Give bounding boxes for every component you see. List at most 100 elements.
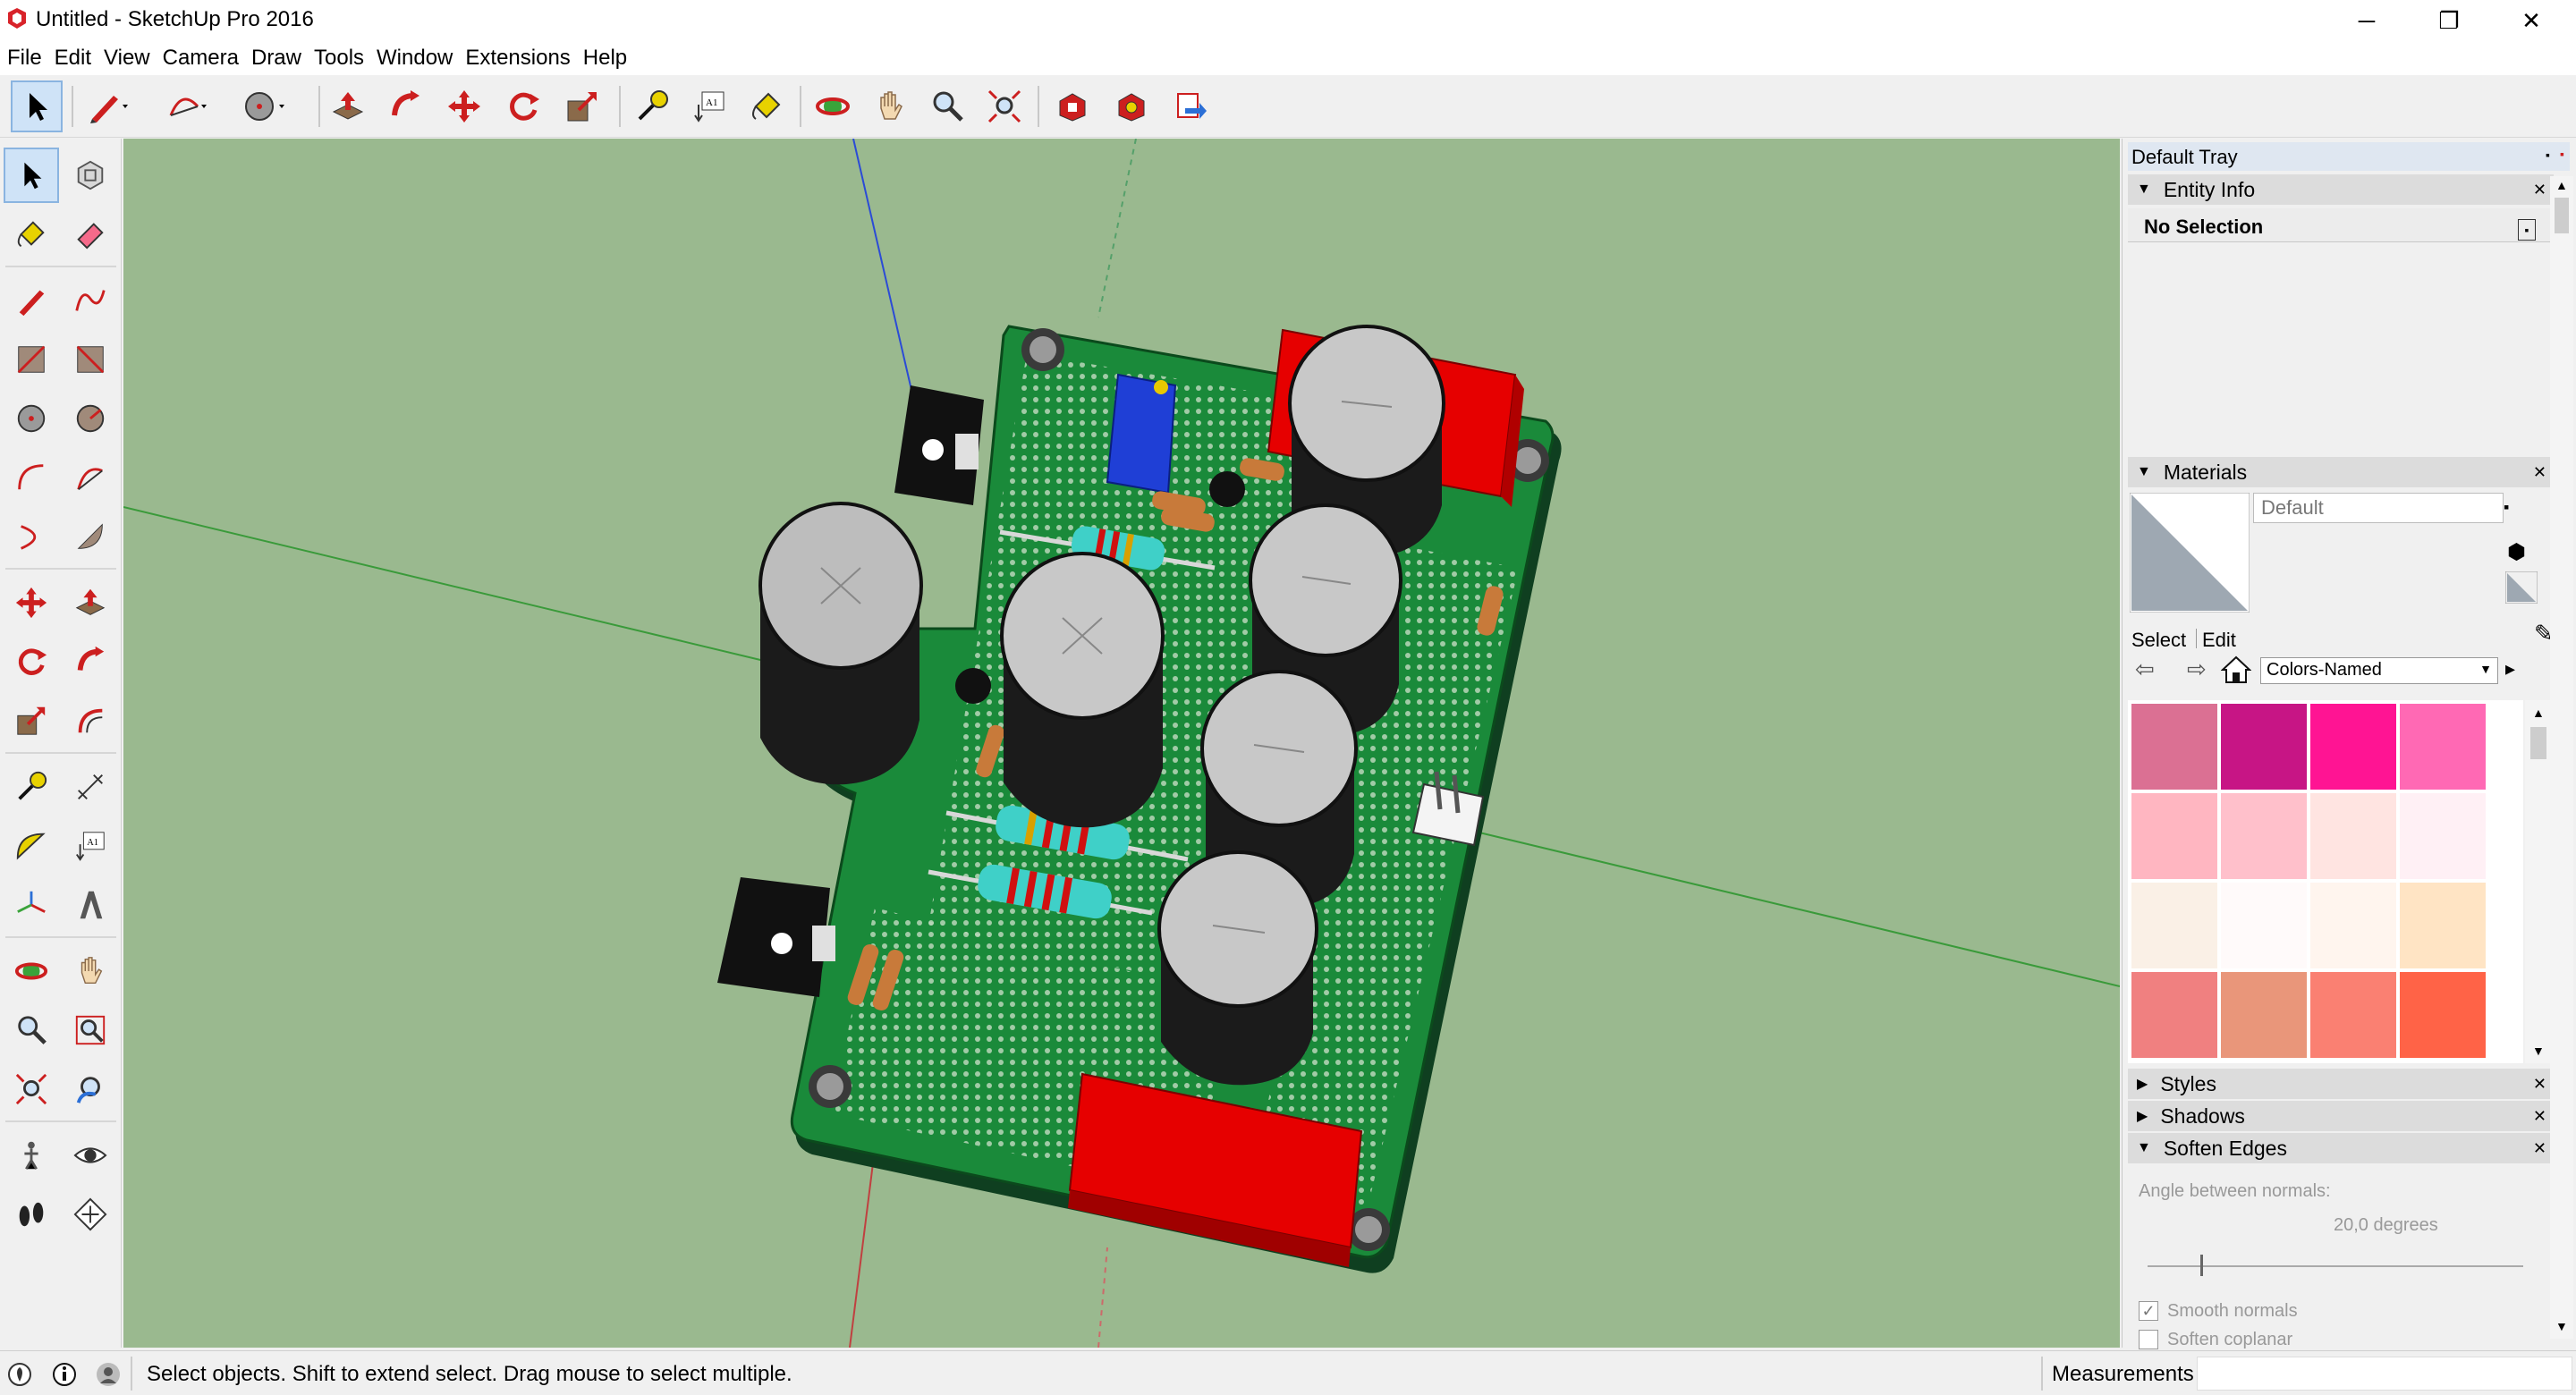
sample-paint-icon[interactable]: ⬢: [2507, 539, 2526, 565]
text-button[interactable]: A1: [683, 80, 735, 132]
swatch[interactable]: [2221, 793, 2307, 879]
pan-button[interactable]: [864, 80, 916, 132]
look-around-tool[interactable]: [63, 1128, 118, 1183]
text-tool[interactable]: A1: [63, 818, 118, 874]
circle-tool-button[interactable]: [238, 80, 290, 132]
swatch[interactable]: [2310, 704, 2396, 790]
slider-thumb[interactable]: [2199, 1255, 2203, 1276]
circle-tool[interactable]: [4, 391, 59, 446]
restore-button[interactable]: ❐: [2408, 0, 2490, 41]
scale-tool[interactable]: [4, 693, 59, 748]
swatch-scrollbar[interactable]: ▲ ▼: [2525, 700, 2552, 1063]
freehand-tool[interactable]: [63, 273, 118, 328]
menu-edit[interactable]: Edit: [55, 46, 100, 71]
scroll-up-icon[interactable]: ▲: [2555, 178, 2568, 192]
swatch[interactable]: [2221, 704, 2307, 790]
orbit-tool[interactable]: [4, 943, 59, 999]
pcb-model[interactable]: [717, 325, 1562, 1273]
material-name-field[interactable]: Default: [2253, 493, 2504, 523]
menu-draw[interactable]: Draw: [251, 46, 310, 71]
tape-measure-tool[interactable]: [4, 759, 59, 815]
polygon-tool[interactable]: [63, 391, 118, 446]
swatch[interactable]: [2310, 793, 2396, 879]
swatch[interactable]: [2310, 883, 2396, 968]
rectangle-tool[interactable]: [4, 332, 59, 387]
position-camera-tool[interactable]: [4, 1128, 59, 1183]
pie-tool[interactable]: [63, 509, 118, 564]
push-pull-tool[interactable]: [63, 575, 118, 630]
scroll-thumb[interactable]: [2555, 198, 2569, 233]
line-tool[interactable]: [4, 273, 59, 328]
3d-text-tool[interactable]: [63, 877, 118, 933]
menu-extensions[interactable]: Extensions: [465, 46, 579, 71]
swatch[interactable]: [2131, 972, 2217, 1058]
tab-select[interactable]: Select: [2131, 629, 2186, 652]
swatch[interactable]: [2400, 704, 2486, 790]
tape-measure-button[interactable]: [626, 80, 678, 132]
menu-help[interactable]: Help: [583, 46, 636, 71]
make-component-tool[interactable]: [63, 148, 118, 203]
details-arrow-icon[interactable]: ▸: [2505, 657, 2515, 681]
paint-bucket-tool[interactable]: [4, 207, 59, 262]
swatch[interactable]: [2221, 883, 2307, 968]
rotate-tool[interactable]: [4, 634, 59, 689]
previous-view-tool[interactable]: [63, 1061, 118, 1117]
zoom-tool[interactable]: [4, 1002, 59, 1058]
line-tool-button[interactable]: [82, 80, 134, 132]
close-panel-icon[interactable]: ✕: [2533, 1107, 2546, 1126]
send-to-layout-button[interactable]: [1165, 80, 1216, 132]
3d-warehouse-button[interactable]: [1046, 80, 1098, 132]
two-point-arc-tool[interactable]: [63, 450, 118, 505]
menu-view[interactable]: View: [104, 46, 159, 71]
swatch[interactable]: [2131, 883, 2217, 968]
scale-button[interactable]: [556, 80, 608, 132]
tray-scrollbar[interactable]: ▲ ▼: [2550, 176, 2573, 1339]
soften-edges-header[interactable]: ▼ Soften Edges ✕: [2128, 1133, 2554, 1163]
zoom-window-tool[interactable]: [63, 1002, 118, 1058]
styles-header[interactable]: ▶ Styles ✕: [2128, 1069, 2554, 1099]
arc-tool-button[interactable]: [161, 80, 213, 132]
swatch[interactable]: [2400, 793, 2486, 879]
follow-me-button[interactable]: [379, 80, 431, 132]
user-account-icon[interactable]: [95, 1362, 122, 1387]
swatch[interactable]: [2310, 972, 2396, 1058]
swatch[interactable]: [2131, 793, 2217, 879]
zoom-extents-tool[interactable]: [4, 1061, 59, 1117]
scroll-down-icon[interactable]: ▼: [2532, 1044, 2545, 1058]
rotate-button[interactable]: [497, 80, 549, 132]
close-window-button[interactable]: ✕: [2490, 0, 2572, 41]
pan-tool[interactable]: [63, 943, 118, 999]
rotated-rectangle-tool[interactable]: [63, 332, 118, 387]
tab-edit[interactable]: Edit: [2196, 629, 2242, 648]
menu-file[interactable]: File: [7, 46, 51, 71]
swatch[interactable]: [2400, 883, 2486, 968]
tray-close-icon[interactable]: ▪: [2560, 147, 2564, 161]
close-panel-icon[interactable]: ✕: [2533, 1075, 2546, 1094]
paint-bucket-button[interactable]: [741, 80, 792, 132]
minimize-button[interactable]: ─: [2326, 0, 2408, 41]
drawing-viewport[interactable]: [123, 139, 2120, 1348]
create-material-icon[interactable]: ▪: [2504, 498, 2509, 517]
default-material-icon[interactable]: [2505, 571, 2538, 604]
shadows-header[interactable]: ▶ Shadows ✕: [2128, 1101, 2554, 1131]
measurements-input[interactable]: [2197, 1357, 2572, 1391]
smooth-normals-checkbox[interactable]: ✓: [2139, 1301, 2158, 1321]
menu-tools[interactable]: Tools: [314, 46, 373, 71]
select-tool[interactable]: [4, 148, 59, 203]
back-arrow-icon[interactable]: ⇦: [2135, 655, 2155, 683]
scroll-thumb[interactable]: [2530, 727, 2546, 759]
swatch[interactable]: [2221, 972, 2307, 1058]
menu-window[interactable]: Window: [377, 46, 462, 71]
section-plane-tool[interactable]: [63, 1187, 118, 1242]
dimension-tool[interactable]: [63, 759, 118, 815]
soften-coplanar-checkbox[interactable]: [2139, 1330, 2158, 1349]
close-panel-icon[interactable]: ✕: [2533, 181, 2546, 199]
walk-tool[interactable]: [4, 1187, 59, 1242]
swatch[interactable]: [2131, 704, 2217, 790]
info-icon[interactable]: [52, 1362, 77, 1387]
swatch[interactable]: [2400, 972, 2486, 1058]
home-icon[interactable]: [2221, 655, 2251, 684]
move-button[interactable]: [438, 80, 490, 132]
scroll-up-icon[interactable]: ▲: [2532, 706, 2545, 720]
move-tool[interactable]: [4, 575, 59, 630]
